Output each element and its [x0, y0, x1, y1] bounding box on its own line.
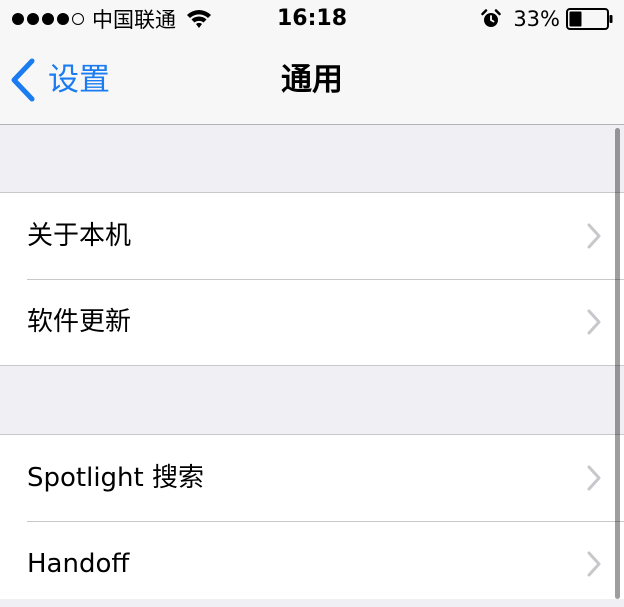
cell-label: 软件更新 [27, 307, 132, 337]
status-bar: 中国联通 16:18 33% [0, 0, 624, 38]
chevron-right-icon [587, 465, 601, 491]
chevron-right-icon [587, 551, 601, 577]
cell-about[interactable]: 关于本机 [0, 193, 624, 279]
page-title: 通用 [281, 62, 343, 98]
chevron-right-icon [587, 223, 601, 249]
alarm-clock-icon [481, 9, 502, 27]
battery-percent: 33% [513, 7, 560, 31]
cell-label: Handoff [27, 549, 130, 579]
scroll-indicator[interactable] [615, 128, 620, 599]
cell-handoff[interactable]: Handoff [0, 521, 624, 607]
cell-label: Spotlight 搜索 [27, 463, 204, 493]
battery-icon [566, 8, 613, 30]
cell-spotlight-search[interactable]: Spotlight 搜索 [0, 435, 624, 521]
settings-group-1: 关于本机 软件更新 [0, 192, 624, 366]
battery-fill [569, 11, 582, 27]
cell-software-update[interactable]: 软件更新 [0, 279, 624, 365]
cell-label: 关于本机 [27, 221, 132, 251]
navigation-bar: 设置 通用 [0, 38, 624, 125]
chevron-right-icon [587, 309, 601, 335]
status-right: 33% [481, 6, 614, 32]
settings-group-2: Spotlight 搜索 Handoff [0, 434, 624, 599]
